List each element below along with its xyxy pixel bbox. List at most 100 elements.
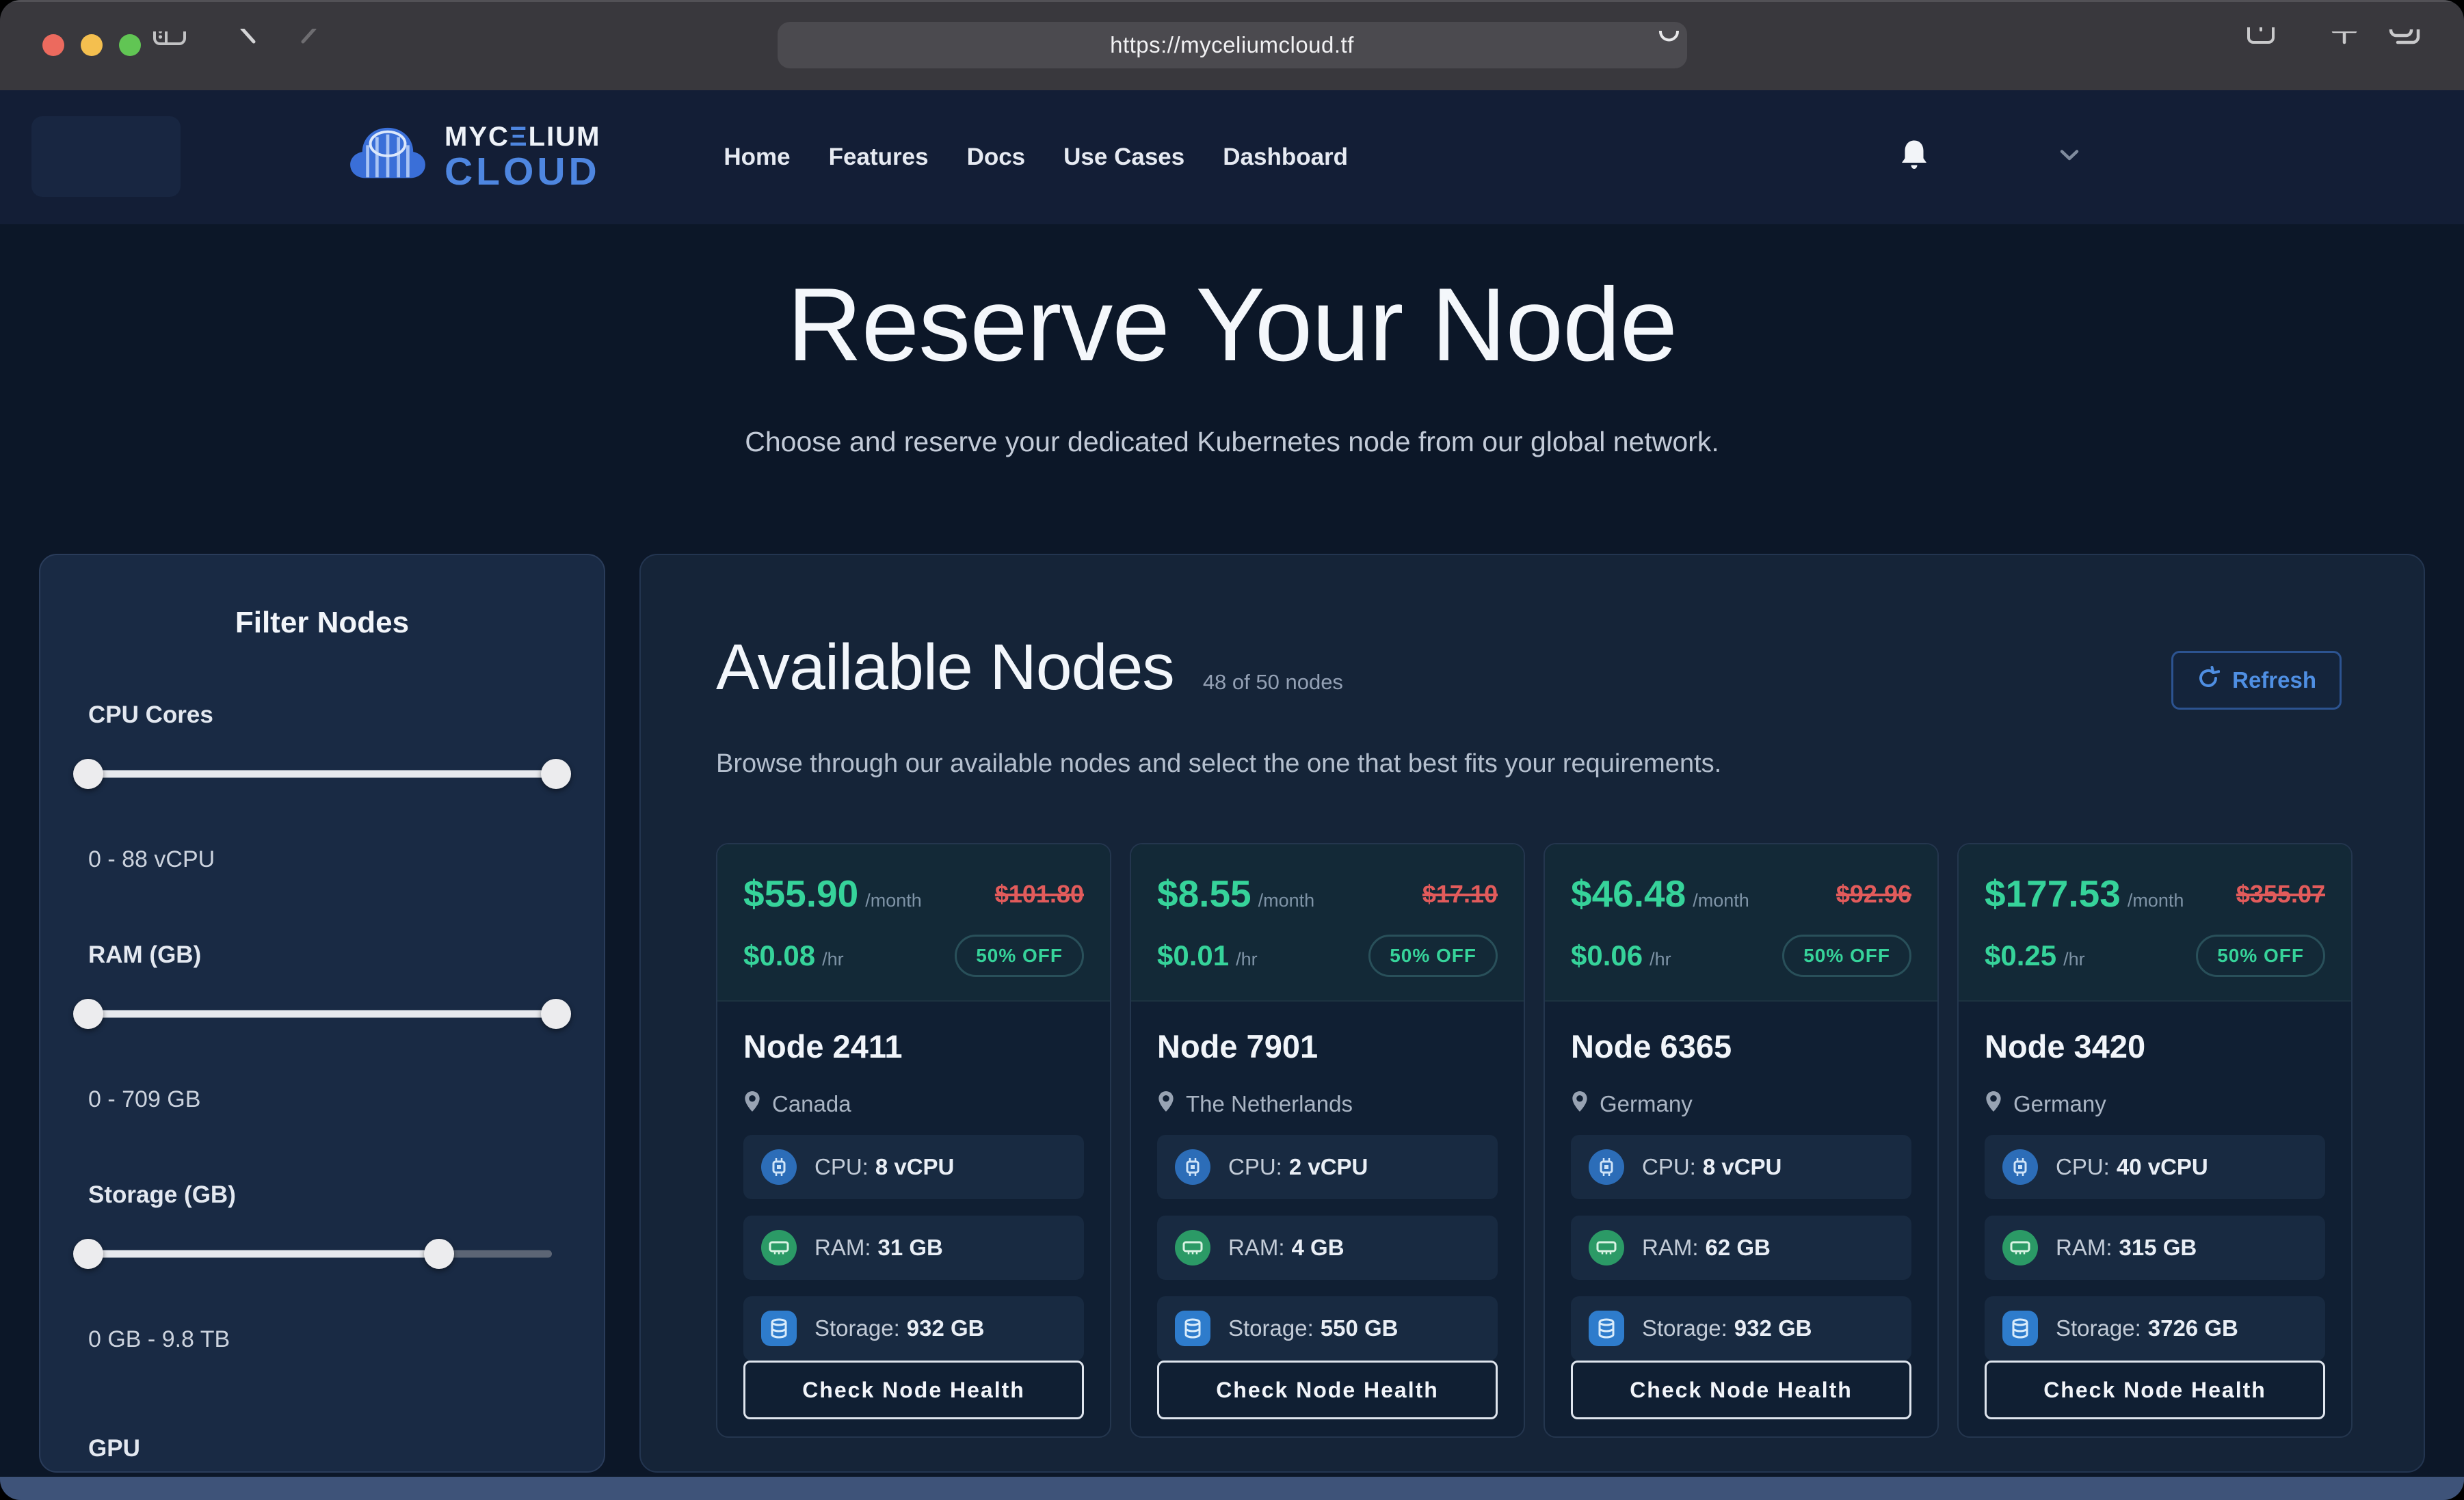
check-node-health-button[interactable]: Check Node Health [743,1361,1084,1419]
slider-handle-min[interactable] [73,999,103,1029]
node-card-body: Node 3420 Germany CPU:40 vCPU RAM:315 GB [1959,1002,2351,1438]
brand-name-bottom: CLOUD [445,152,600,191]
cpu-spec-row: CPU: 8 vCPU [1571,1135,1911,1199]
slider-handle-min[interactable] [73,759,103,789]
per-month-label: /month [1258,890,1315,911]
filter-section-gpu: GPU [88,1435,556,1473]
discount-badge: 50% OFF [1368,935,1498,977]
content-row: Filter Nodes CPU Cores 0 - 88 vCPU RAM (… [0,554,2464,1473]
cpu-icon [1589,1149,1624,1185]
close-window-button[interactable] [42,34,64,56]
brand-name-top: MYCΞLIUM [445,123,600,150]
location-pin-icon [743,1090,761,1119]
node-card-body: Node 2411 Canada CPU:8 vCPU RAM:31 GB [717,1002,1110,1438]
monthly-price: $55.90 [743,872,858,915]
node-card-4[interactable]: $177.53/month $355.07 $0.25/hr 50% OFF N… [1957,843,2353,1438]
notifications-bell-icon[interactable] [1900,139,1929,176]
nav-link-docs[interactable]: Docs [967,144,1026,171]
storage-icon [1589,1311,1624,1346]
ram-value: 31 GB [878,1235,943,1260]
filter-panel: Filter Nodes CPU Cores 0 - 88 vCPU RAM (… [39,554,605,1473]
ram-icon [1175,1230,1210,1265]
available-nodes-description: Browse through our available nodes and s… [716,749,2342,779]
storage-value: 3726 GB [2148,1315,2238,1341]
check-node-health-button[interactable]: Check Node Health [1985,1361,2325,1419]
nav-link-home[interactable]: Home [724,144,790,171]
zoom-window-button[interactable] [119,34,141,56]
filter-sections: CPU Cores 0 - 88 vCPU RAM (GB) 0 - 709 G… [88,701,556,1353]
slider-track[interactable] [92,1010,552,1018]
node-card-2[interactable]: $8.55/month $17.10 $0.01/hr 50% OFF Node… [1130,843,1525,1438]
filter-label: RAM (GB) [88,941,556,969]
hero-section: Reserve Your Node Choose and reserve you… [0,265,2464,458]
filter-section: RAM (GB) 0 - 709 GB [88,941,556,1113]
check-node-health-button[interactable]: Check Node Health [1571,1361,1911,1419]
slider-fill [92,1010,552,1018]
nav-link-features[interactable]: Features [829,144,929,171]
node-card-pricing: $55.90/month $101.80 $0.08/hr 50% OFF [717,844,1110,1002]
slider-handle-max[interactable] [424,1239,454,1269]
node-card-body: Node 6365 Germany CPU:8 vCPU RAM:62 GB [1545,1002,1937,1438]
cpu-icon [2002,1149,2038,1185]
node-cards-grid: $55.90/month $101.80 $0.08/hr 50% OFF No… [716,843,2342,1438]
ram-value: 315 GB [2119,1235,2197,1260]
storage-icon [1175,1311,1210,1346]
range-slider[interactable] [88,999,556,1029]
hourly-price: $0.01 [1157,939,1229,972]
monthly-price: $177.53 [1985,872,2121,915]
nav-links: Home Features Docs Use Cases Dashboard [724,144,1348,171]
cpu-label: CPU: [1642,1154,1696,1179]
node-count-text: 48 of 50 nodes [1203,670,1343,695]
minimize-window-button[interactable] [81,34,103,56]
range-slider[interactable] [88,759,556,789]
slider-handle-max[interactable] [541,999,571,1029]
cpu-value: 40 vCPU [2117,1154,2208,1179]
ram-icon [2002,1230,2038,1265]
refresh-button[interactable]: Refresh [2171,651,2342,710]
storage-spec-row: Storage: 3726 GB [1985,1296,2325,1361]
ram-icon [761,1230,797,1265]
node-name: Node 7901 [1157,1028,1498,1065]
slider-handle-max[interactable] [541,759,571,789]
filter-section: Storage (GB) 0 GB - 9.8 TB [88,1181,556,1353]
ram-label: RAM: [2056,1235,2112,1260]
per-month-label: /month [2128,890,2184,911]
filter-range-text: 0 - 88 vCPU [88,846,556,873]
refresh-button-label: Refresh [2232,667,2316,693]
available-nodes-panel: Available Nodes 48 of 50 nodes Refresh B… [639,554,2425,1473]
storage-label: Storage: [2056,1315,2141,1341]
slider-track[interactable] [92,1250,552,1258]
cpu-value: 8 vCPU [875,1154,955,1179]
filter-label: Storage (GB) [88,1181,556,1209]
address-bar[interactable]: https://myceliumcloud.tf [778,22,1687,68]
ram-label: RAM: [1642,1235,1699,1260]
node-card-3[interactable]: $46.48/month $92.96 $0.06/hr 50% OFF Nod… [1544,843,1939,1438]
account-chevron-down-icon[interactable] [2060,150,2079,165]
ram-value: 4 GB [1292,1235,1344,1260]
ram-spec-row: RAM: 315 GB [1985,1216,2325,1280]
cpu-value: 8 vCPU [1703,1154,1782,1179]
brand-logo[interactable]: MYCΞLIUM CLOUD [347,122,600,193]
nav-link-use-cases[interactable]: Use Cases [1063,144,1184,171]
storage-spec-row: Storage:550 GB [1157,1296,1498,1361]
slider-handle-min[interactable] [73,1239,103,1269]
check-node-health-button[interactable]: Check Node Health [1157,1361,1498,1419]
discount-badge: 50% OFF [1782,935,1911,977]
nav-link-dashboard[interactable]: Dashboard [1223,144,1348,171]
available-nodes-title-group: Available Nodes 48 of 50 nodes [716,630,1343,705]
node-card-pricing: $8.55/month $17.10 $0.01/hr 50% OFF [1131,844,1524,1002]
old-price: $355.07 [2236,880,2325,909]
old-price: $17.10 [1422,880,1498,909]
range-slider[interactable] [88,1239,556,1269]
page-subtitle: Choose and reserve your dedicated Kubern… [0,426,2464,458]
filter-label: CPU Cores [88,701,556,729]
slider-track[interactable] [92,771,552,778]
storage-value: 932 GB [1734,1315,1812,1341]
cpu-label: CPU: [1228,1154,1282,1179]
storage-value: 932 GB [907,1315,985,1341]
node-location: Germany [2013,1091,2106,1117]
node-card-pricing: $46.48/month $92.96 $0.06/hr 50% OFF [1545,844,1937,1002]
filter-range-text: 0 GB - 9.8 TB [88,1326,556,1353]
node-card-1[interactable]: $55.90/month $101.80 $0.08/hr 50% OFF No… [716,843,1111,1438]
ram-spec-row: RAM:4 GB [1157,1216,1498,1280]
